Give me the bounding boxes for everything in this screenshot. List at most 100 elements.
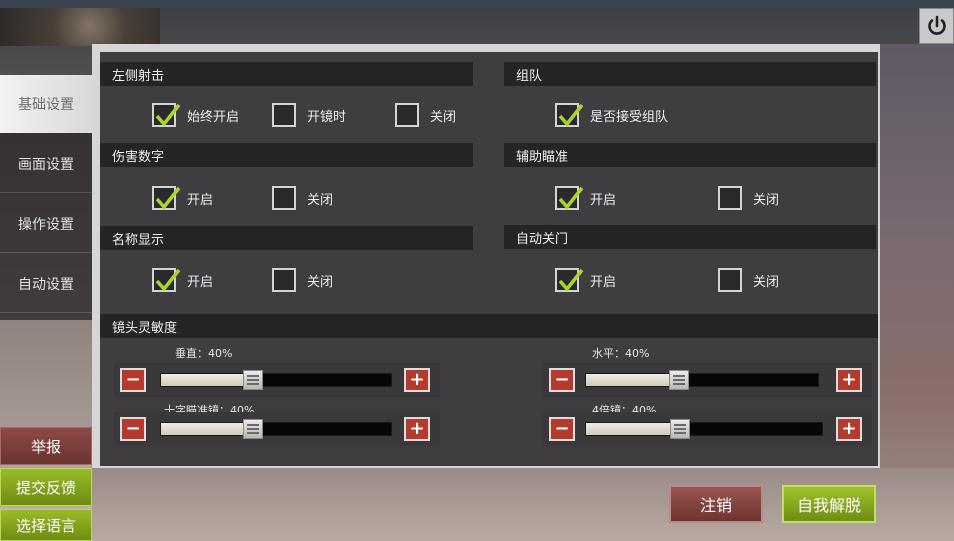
check-icon	[558, 268, 584, 292]
check-icon	[155, 186, 181, 210]
option-label: 关闭	[753, 192, 780, 208]
section-title: 左侧射击	[112, 68, 165, 84]
plus-icon: +	[838, 419, 860, 439]
nav-tab-auto-settings[interactable]: 自动设置	[0, 255, 92, 313]
plus-icon: +	[406, 419, 428, 439]
option-aim-assist-off[interactable]: 关闭	[718, 185, 779, 211]
section-title: 名称显示	[112, 232, 165, 248]
section-title: 镜头灵敏度	[112, 320, 178, 336]
option-damage-on[interactable]: 开启	[152, 185, 213, 211]
decorative-art	[0, 8, 160, 46]
plus-icon: +	[838, 370, 860, 390]
option-label: 开启	[590, 192, 617, 208]
option-label: 开启	[590, 274, 617, 290]
power-button[interactable]	[919, 8, 954, 44]
slider-handle[interactable]	[668, 370, 689, 390]
decrease-4x-scope-button[interactable]: −	[549, 417, 575, 441]
slider-fill	[161, 423, 253, 435]
section-auto-door: 自动关门	[504, 225, 876, 249]
slider-track[interactable]	[160, 373, 392, 387]
checkbox[interactable]	[272, 268, 296, 292]
select-language-button[interactable]: 选择语言	[0, 509, 92, 541]
decrease-crosshair-button[interactable]: −	[120, 417, 146, 441]
option-aim-assist-on[interactable]: 开启	[555, 185, 616, 211]
option-name-display-off[interactable]: 关闭	[272, 267, 333, 293]
section-title: 辅助瞄准	[516, 149, 569, 165]
nav-tab-basic-settings[interactable]: 基础设置	[0, 75, 92, 133]
slider-4x-scope: − +	[543, 412, 872, 446]
decrease-vertical-button[interactable]: −	[120, 368, 146, 392]
checkbox[interactable]	[555, 103, 584, 127]
nav-tab-display-settings[interactable]: 画面设置	[0, 135, 92, 193]
slider-fill	[161, 374, 253, 386]
slider-track[interactable]	[160, 422, 392, 436]
increase-vertical-button[interactable]: +	[404, 368, 430, 392]
option-label: 开镜时	[307, 109, 347, 125]
checkbox[interactable]	[555, 268, 584, 292]
nav-tab-control-settings[interactable]: 操作设置	[0, 195, 92, 253]
slider-vertical: − +	[114, 363, 440, 397]
checkbox[interactable]	[152, 268, 181, 292]
option-label: 开启	[187, 274, 214, 290]
checkbox[interactable]	[152, 186, 181, 210]
option-left-fire-off[interactable]: 关闭	[395, 102, 456, 128]
option-label: 关闭	[430, 109, 457, 125]
option-accept-team[interactable]: 是否接受组队	[555, 102, 668, 128]
plus-icon: +	[406, 370, 428, 390]
slider-track[interactable]	[585, 422, 823, 436]
settings-panel-content: 左侧射击 始终开启 开镜时 关闭 组队 是否接受组队 伤害数字 开启 关闭 辅助…	[100, 52, 878, 466]
minus-icon: −	[122, 419, 144, 439]
decrease-horizontal-button[interactable]: −	[549, 368, 575, 392]
section-left-fire: 左侧射击	[100, 62, 473, 86]
section-name-display: 名称显示	[100, 226, 473, 250]
checkbox[interactable]	[272, 103, 296, 127]
top-bar	[0, 0, 954, 8]
report-button[interactable]: 举报	[0, 427, 92, 465]
checkbox[interactable]	[152, 103, 181, 127]
option-left-fire-always[interactable]: 始终开启	[152, 102, 239, 128]
option-auto-door-off[interactable]: 关闭	[718, 267, 779, 293]
checkbox[interactable]	[555, 186, 584, 210]
slider-fill	[586, 374, 679, 386]
slider-track[interactable]	[585, 373, 819, 387]
slider-handle[interactable]	[670, 419, 691, 439]
checkbox[interactable]	[395, 103, 419, 127]
increase-4x-scope-button[interactable]: +	[836, 417, 862, 441]
minus-icon: −	[551, 370, 573, 390]
submit-feedback-button[interactable]: 提交反馈	[0, 468, 92, 506]
settings-panel: 左侧射击 始终开启 开镜时 关闭 组队 是否接受组队 伤害数字 开启 关闭 辅助…	[92, 44, 880, 468]
option-name-display-on[interactable]: 开启	[152, 267, 213, 293]
check-icon	[155, 268, 181, 292]
slider-handle[interactable]	[242, 370, 263, 390]
check-icon	[155, 103, 181, 127]
section-team: 组队	[504, 62, 876, 86]
minus-icon: −	[551, 419, 573, 439]
option-left-fire-scoped[interactable]: 开镜时	[272, 102, 346, 128]
option-damage-off[interactable]: 关闭	[272, 185, 333, 211]
check-icon	[558, 186, 584, 210]
option-label: 是否接受组队	[590, 109, 669, 125]
slider-horizontal: − +	[543, 363, 872, 397]
checkbox[interactable]	[718, 186, 742, 210]
slider-crosshair-scope: − +	[114, 412, 440, 446]
section-damage-numbers: 伤害数字	[100, 143, 473, 167]
checkbox[interactable]	[272, 186, 296, 210]
option-label: 关闭	[753, 274, 780, 290]
slider-label-vertical: 垂直：40%	[175, 347, 233, 360]
slider-handle[interactable]	[242, 419, 263, 439]
section-title: 自动关门	[516, 231, 569, 247]
background-scene-right	[880, 44, 954, 541]
increase-horizontal-button[interactable]: +	[836, 368, 862, 392]
section-title: 组队	[516, 68, 543, 84]
slider-fill	[586, 423, 681, 435]
section-aim-assist: 辅助瞄准	[504, 143, 876, 167]
section-camera-sensitivity: 镜头灵敏度	[100, 314, 878, 338]
logout-button[interactable]: 注销	[669, 485, 763, 523]
checkbox[interactable]	[718, 268, 742, 292]
option-label: 关闭	[307, 274, 334, 290]
unstuck-button[interactable]: 自我解脱	[782, 485, 876, 523]
option-auto-door-on[interactable]: 开启	[555, 267, 616, 293]
minus-icon: −	[122, 370, 144, 390]
increase-crosshair-button[interactable]: +	[404, 417, 430, 441]
slider-label-horizontal: 水平：40%	[592, 347, 650, 360]
